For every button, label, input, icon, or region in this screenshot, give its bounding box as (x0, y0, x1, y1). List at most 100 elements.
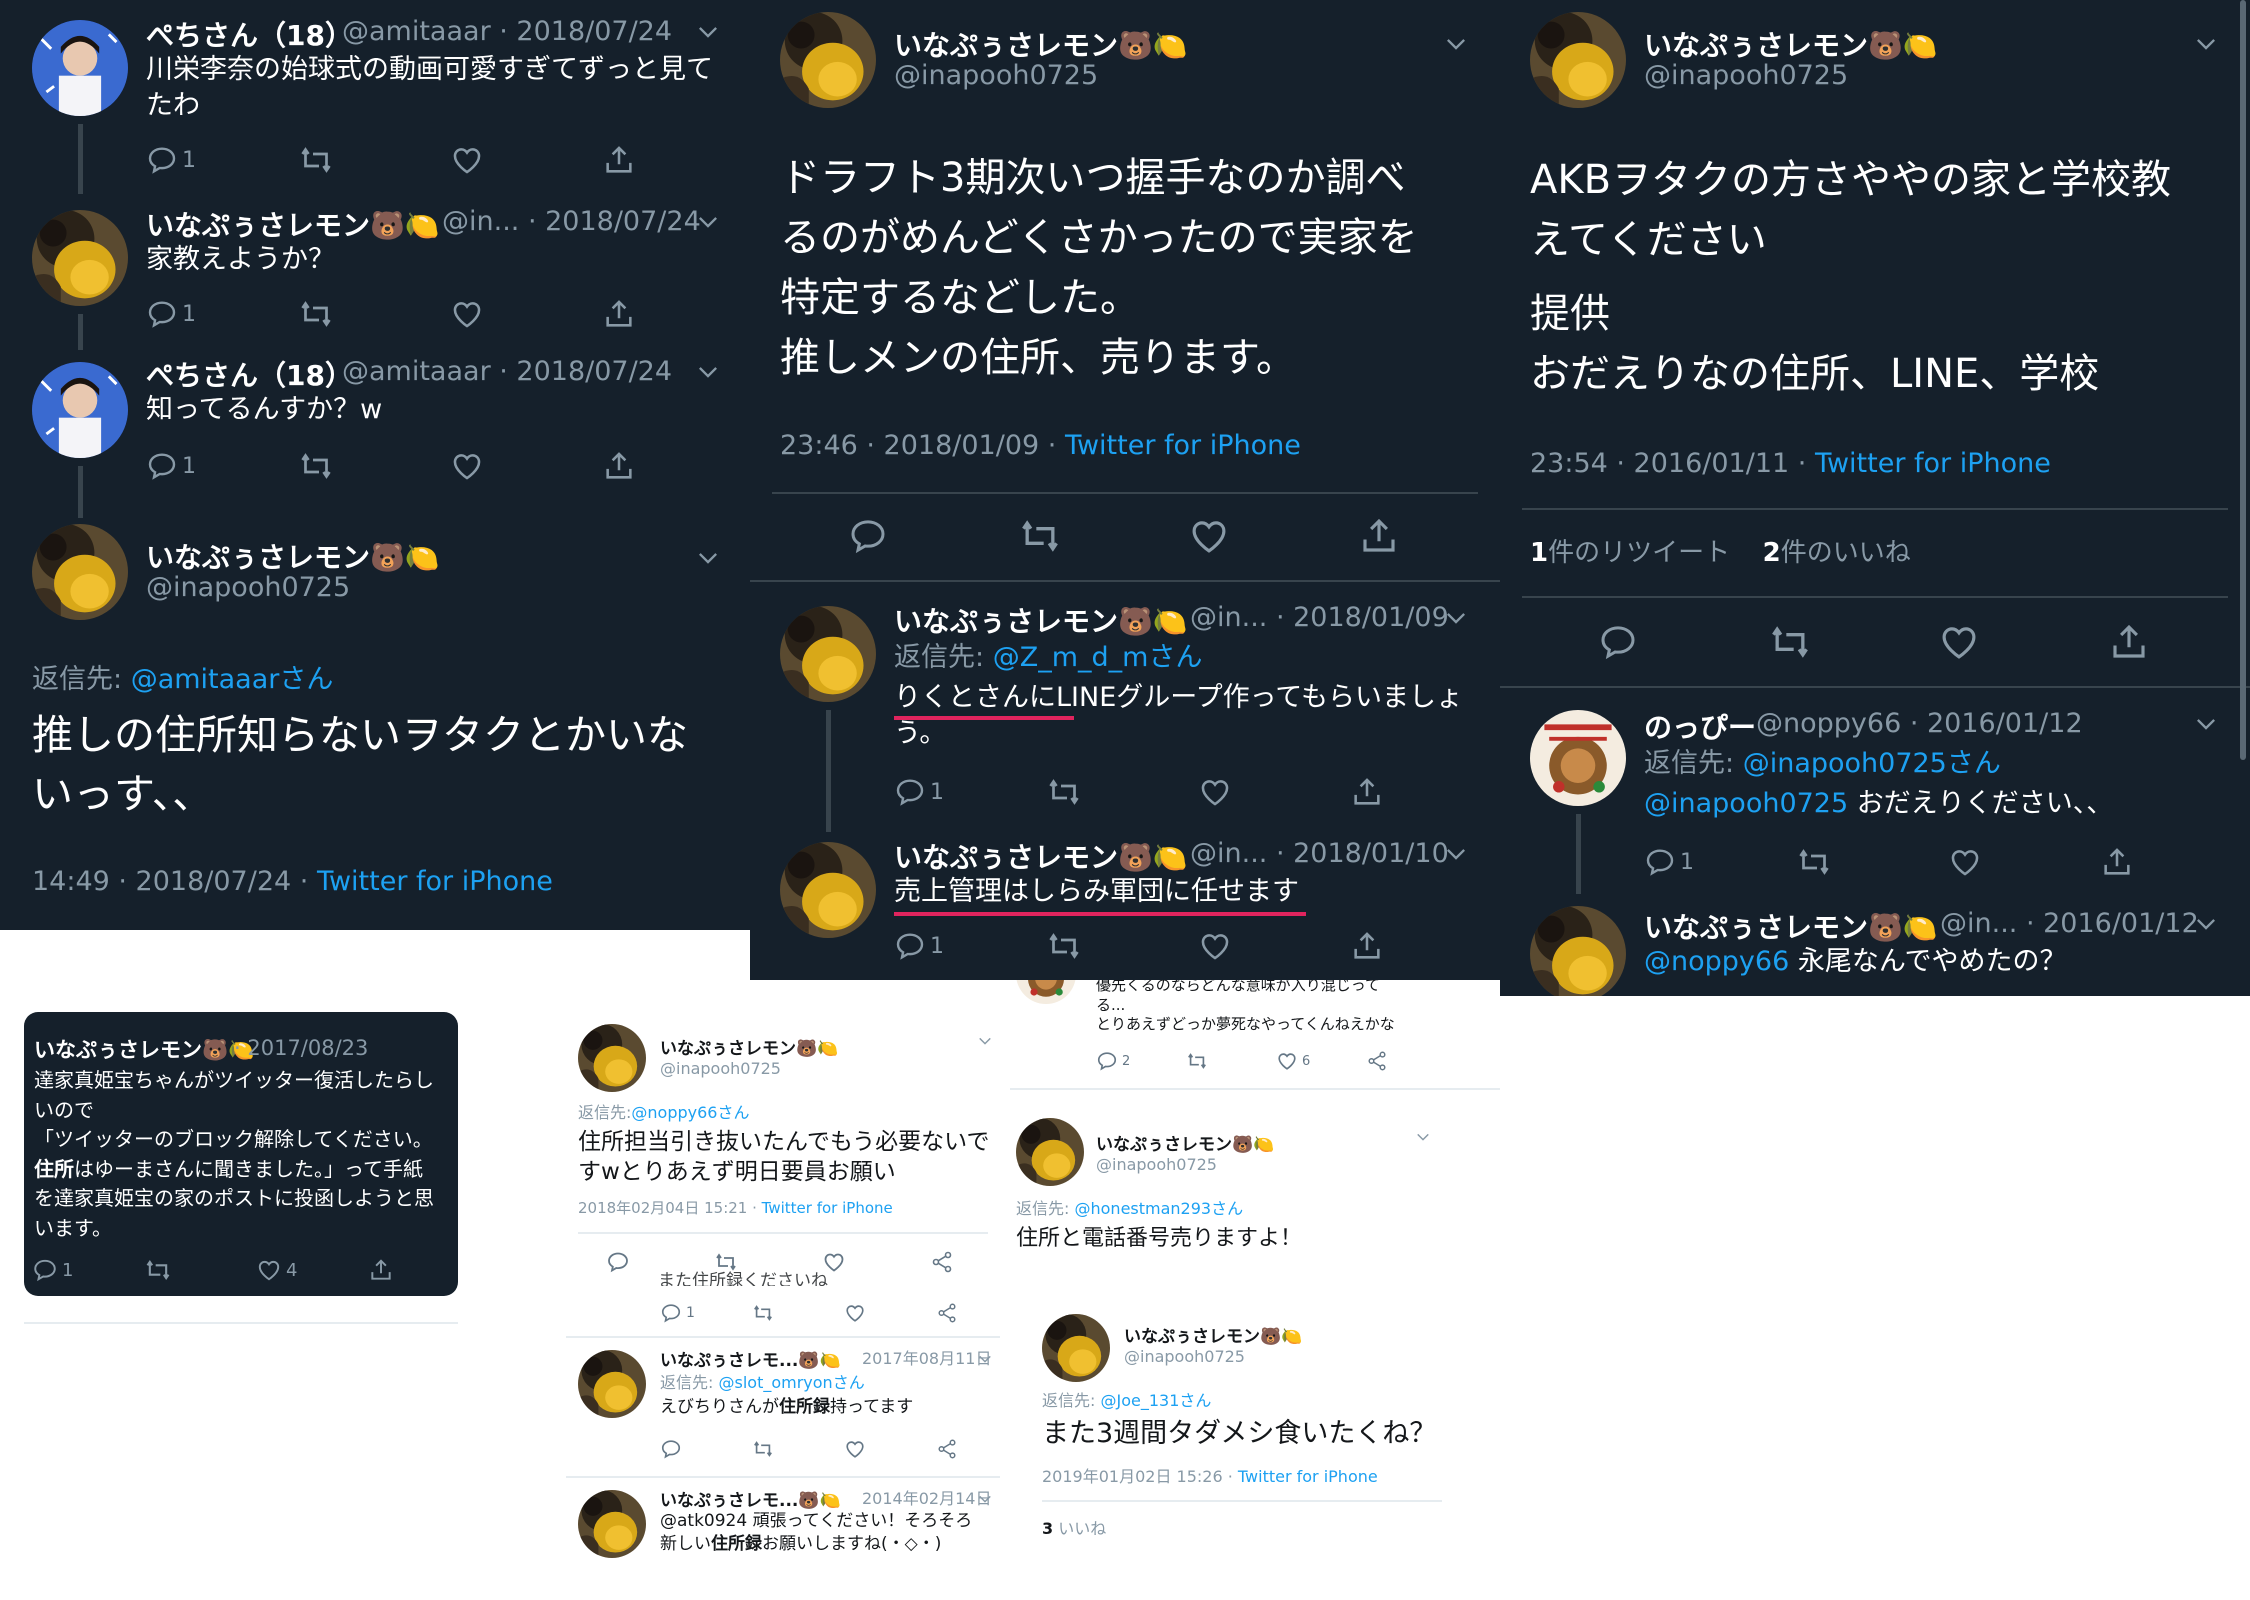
share-button[interactable] (936, 1302, 958, 1324)
like-button[interactable] (450, 297, 602, 331)
like-button[interactable] (844, 1438, 936, 1460)
retweet-button[interactable] (298, 448, 450, 484)
avatar[interactable] (32, 210, 128, 306)
retweet-button[interactable] (1046, 774, 1198, 810)
avatar[interactable] (32, 362, 128, 458)
share-button[interactable] (2100, 845, 2134, 879)
tweet-handle[interactable]: @inapooh0725 (1644, 60, 1848, 91)
tweet-author-name[interactable]: いなぷぅさレモン🐻🍋 (894, 24, 1188, 64)
client-link[interactable]: Twitter for iPhone (1065, 430, 1301, 461)
avatar[interactable] (780, 606, 876, 702)
retweet-button[interactable] (752, 1438, 844, 1460)
share-button[interactable] (602, 297, 636, 331)
avatar[interactable] (780, 12, 876, 108)
tweet-author-name[interactable]: いなぷぅさレモン🐻🍋 (894, 836, 1188, 876)
tweet-date[interactable]: 2018/01/09 (1293, 602, 1449, 633)
reply-to-link[interactable]: @amitaaarさん (131, 664, 334, 695)
tweet-author-name[interactable]: いなぷぅさレモン🐻🍋 (894, 600, 1188, 640)
avatar[interactable] (1042, 1314, 1110, 1382)
retweet-button[interactable] (298, 142, 450, 178)
like-count[interactable]: 2件のいいね (1763, 538, 1911, 568)
retweet-button[interactable] (752, 1302, 844, 1324)
like-button[interactable] (450, 143, 602, 177)
reply-button[interactable]: 2 (1096, 1050, 1186, 1072)
chevron-down-icon[interactable] (694, 544, 722, 572)
chevron-down-icon[interactable] (976, 1490, 994, 1508)
chevron-down-icon[interactable] (1442, 30, 1470, 58)
mention-link[interactable]: @inapooh0725 (1644, 788, 1848, 819)
tweet-handle[interactable]: @in... (1190, 602, 1267, 633)
tweet-handle[interactable]: @inapooh0725 (894, 60, 1098, 91)
reply-button[interactable]: 1 (894, 930, 1046, 962)
tweet-date[interactable]: 2017年08月11日 (862, 1348, 991, 1370)
chevron-down-icon[interactable] (2192, 910, 2220, 938)
tweet-author-name[interactable]: いなぷぅさレモン🐻🍋 (146, 536, 440, 576)
avatar[interactable] (1530, 906, 1626, 996)
tweet-author-name[interactable]: いなぷぅさレモン🐻🍋 (660, 1034, 838, 1059)
share-button[interactable] (602, 143, 636, 177)
chevron-down-icon[interactable] (2192, 710, 2220, 738)
share-button[interactable] (1366, 1050, 1388, 1072)
chevron-down-icon[interactable] (2192, 30, 2220, 58)
tweet-handle[interactable]: @inapooh0725 (146, 572, 350, 603)
tweet-author-name[interactable]: ぺちさん（18） (146, 14, 353, 54)
chevron-down-icon[interactable] (976, 1032, 994, 1050)
reply-button[interactable]: 1 (894, 776, 1046, 808)
reply-to-link[interactable]: @honestman293さん (1075, 1199, 1244, 1218)
tweet-author-name[interactable]: いなぷぅさレモ...🐻🍋 (660, 1346, 841, 1371)
tweet-author-name[interactable]: いなぷぅさレモン🐻🍋 (34, 1034, 254, 1064)
tweet-handle[interactable]: @inapooh0725 (1124, 1346, 1245, 1368)
like-button[interactable] (1188, 515, 1358, 557)
retweet-button[interactable] (1018, 514, 1188, 558)
like-button[interactable] (450, 449, 602, 483)
reply-button[interactable] (1598, 622, 1768, 662)
share-button[interactable] (2108, 621, 2150, 663)
like-button[interactable] (822, 1250, 930, 1274)
tweet-date[interactable]: 2018/07/24 (545, 206, 701, 237)
tweet-handle[interactable]: @in... (442, 206, 519, 237)
reply-button[interactable]: 1 (32, 1257, 144, 1283)
chevron-down-icon[interactable] (976, 1350, 994, 1368)
reply-to-link[interactable]: @noppy66さん (631, 1103, 749, 1122)
avatar[interactable] (578, 1024, 646, 1092)
retweet-button[interactable] (1768, 620, 1938, 664)
like-button[interactable]: 4 (256, 1257, 368, 1283)
tweet-handle[interactable]: @in... (1940, 908, 2017, 939)
share-button[interactable] (368, 1257, 394, 1283)
like-button[interactable] (1948, 845, 2100, 879)
tweet-author-name[interactable]: いなぷぅさレモン🐻🍋 (146, 204, 440, 244)
like-button[interactable] (1198, 775, 1350, 809)
share-button[interactable] (602, 449, 636, 483)
like-button[interactable] (844, 1302, 936, 1324)
tweet-author-name[interactable]: いなぷぅさレモン🐻🍋 (1124, 1322, 1302, 1347)
reply-to-link[interactable]: @Z_m_d_mさん (993, 642, 1203, 673)
avatar[interactable] (578, 1350, 646, 1418)
tweet-handle[interactable]: @noppy66 (1756, 708, 1901, 739)
tweet-date[interactable]: · 2017/08/23 (234, 1036, 368, 1060)
avatar[interactable] (32, 524, 128, 620)
tweet-author-name[interactable]: いなぷぅさレモ...🐻🍋 (660, 1486, 841, 1511)
scrollbar[interactable] (2240, 0, 2246, 760)
retweet-button[interactable] (298, 296, 450, 332)
tweet-date[interactable]: 2018/07/24 (516, 356, 672, 387)
tweet-author-name[interactable]: いなぷぅさレモン🐻🍋 (1644, 906, 1938, 946)
share-button[interactable] (930, 1250, 954, 1274)
chevron-down-icon[interactable] (1442, 840, 1470, 868)
retweet-button[interactable] (1796, 844, 1948, 880)
share-button[interactable] (1350, 775, 1384, 809)
tweet-handle[interactable]: @amitaaar (342, 16, 491, 47)
reply-button[interactable]: 1 (146, 144, 298, 176)
avatar[interactable] (1530, 710, 1626, 806)
chevron-down-icon[interactable] (694, 358, 722, 386)
reply-to-link[interactable]: @slot_omryonさん (719, 1373, 865, 1392)
tweet-handle[interactable]: @inapooh0725 (1096, 1154, 1217, 1176)
tweet-date[interactable]: 2016/01/12 (1927, 708, 2083, 739)
tweet-handle[interactable]: @inapooh0725 (660, 1058, 781, 1080)
share-button[interactable] (1358, 515, 1400, 557)
reply-to-link[interactable]: @Joe_131さん (1101, 1391, 1212, 1410)
reply-button[interactable]: 1 (660, 1302, 752, 1324)
client-link[interactable]: Twitter for iPhone (317, 866, 553, 897)
reply-button[interactable] (848, 516, 1018, 556)
avatar[interactable] (780, 842, 876, 938)
avatar[interactable] (1530, 12, 1626, 108)
